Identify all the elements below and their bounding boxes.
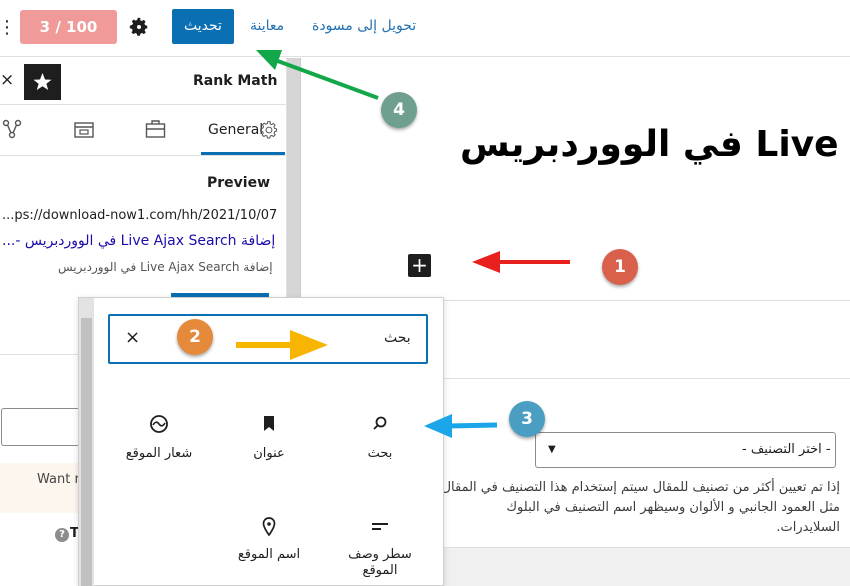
inserter-scrollbar-thumb[interactable] [81,318,92,586]
sidebar-divider [0,354,80,355]
panel-title: Rank Math [193,73,278,89]
arrow-1-head [472,251,500,273]
star-icon [33,73,52,90]
block-title[interactable]: عنوان [238,412,300,472]
block-search-input[interactable] [108,314,428,364]
block-site-tagline[interactable]: سطر وصف الموقع [340,515,420,586]
category-select-value: - اختر التصنيف - [742,442,831,457]
block-label: اسم الموقع [237,547,301,562]
post-title[interactable]: Live في الووردبريس [460,124,839,165]
update-button[interactable]: تحديث [172,9,234,44]
pin-star-button[interactable] [24,64,61,100]
category-help-text: إذا تم تعيين أكثر من تصنيف للمقال سيتم إ… [441,480,840,535]
active-tab-indicator [201,152,285,155]
tagline-icon [372,523,388,530]
settings-gear-icon[interactable] [128,16,150,38]
block-search[interactable]: بحث [350,412,410,472]
annotation-badge-1: 1 [602,249,638,285]
tab-general[interactable]: General [208,122,263,138]
more-options-icon[interactable]: ⋮ [0,16,16,40]
annotation-badge-4: 4 [381,92,417,128]
close-panel-icon[interactable]: × [0,70,14,90]
block-label: شعار الموقع [125,446,193,461]
general-gear-icon [260,121,277,139]
add-block-button[interactable]: + [408,254,431,277]
block-search-value: بحث [384,330,411,346]
help-icon[interactable]: ? [55,528,69,542]
social-card-icon[interactable] [74,121,94,139]
site-logo-icon [150,415,168,433]
focus-keyword-input[interactable] [1,408,80,446]
block-label: سطر وصف الموقع [348,547,412,578]
schema-icon[interactable] [2,119,22,139]
block-site-title[interactable]: اسم الموقع [228,515,310,577]
block-label: عنوان [253,446,285,461]
bookmark-icon [264,416,274,431]
map-marker-icon [262,517,276,537]
pro-notice-box [0,463,80,513]
snippet-url: ...ps://download-now1.com/hh/2021/10/07 [2,208,278,223]
block-label: بحث [367,446,393,461]
rank-math-score-badge[interactable]: 3 / 100 [20,10,117,44]
preview-link[interactable]: معاينة [250,18,284,34]
snippet-title: إضافة Live Ajax Search في الووردبريس -..… [2,233,276,249]
clear-search-icon[interactable]: × [125,327,140,348]
chevron-down-icon: ▼ [548,444,556,455]
block-site-logo[interactable]: شعار الموقع [114,412,204,472]
score-value: 3 / 100 [39,18,98,36]
switch-to-draft-link[interactable]: تحويل إلى مسودة [312,18,416,34]
annotation-badge-3: 3 [509,401,545,437]
preview-heading: Preview [207,175,271,191]
annotation-badge-2: 2 [177,319,213,355]
search-icon [373,416,387,430]
pro-notice-text: Want r [37,472,80,487]
snippet-description: إضافة Live Ajax Search في الووردبريس [58,260,273,274]
briefcase-icon[interactable] [145,119,166,139]
